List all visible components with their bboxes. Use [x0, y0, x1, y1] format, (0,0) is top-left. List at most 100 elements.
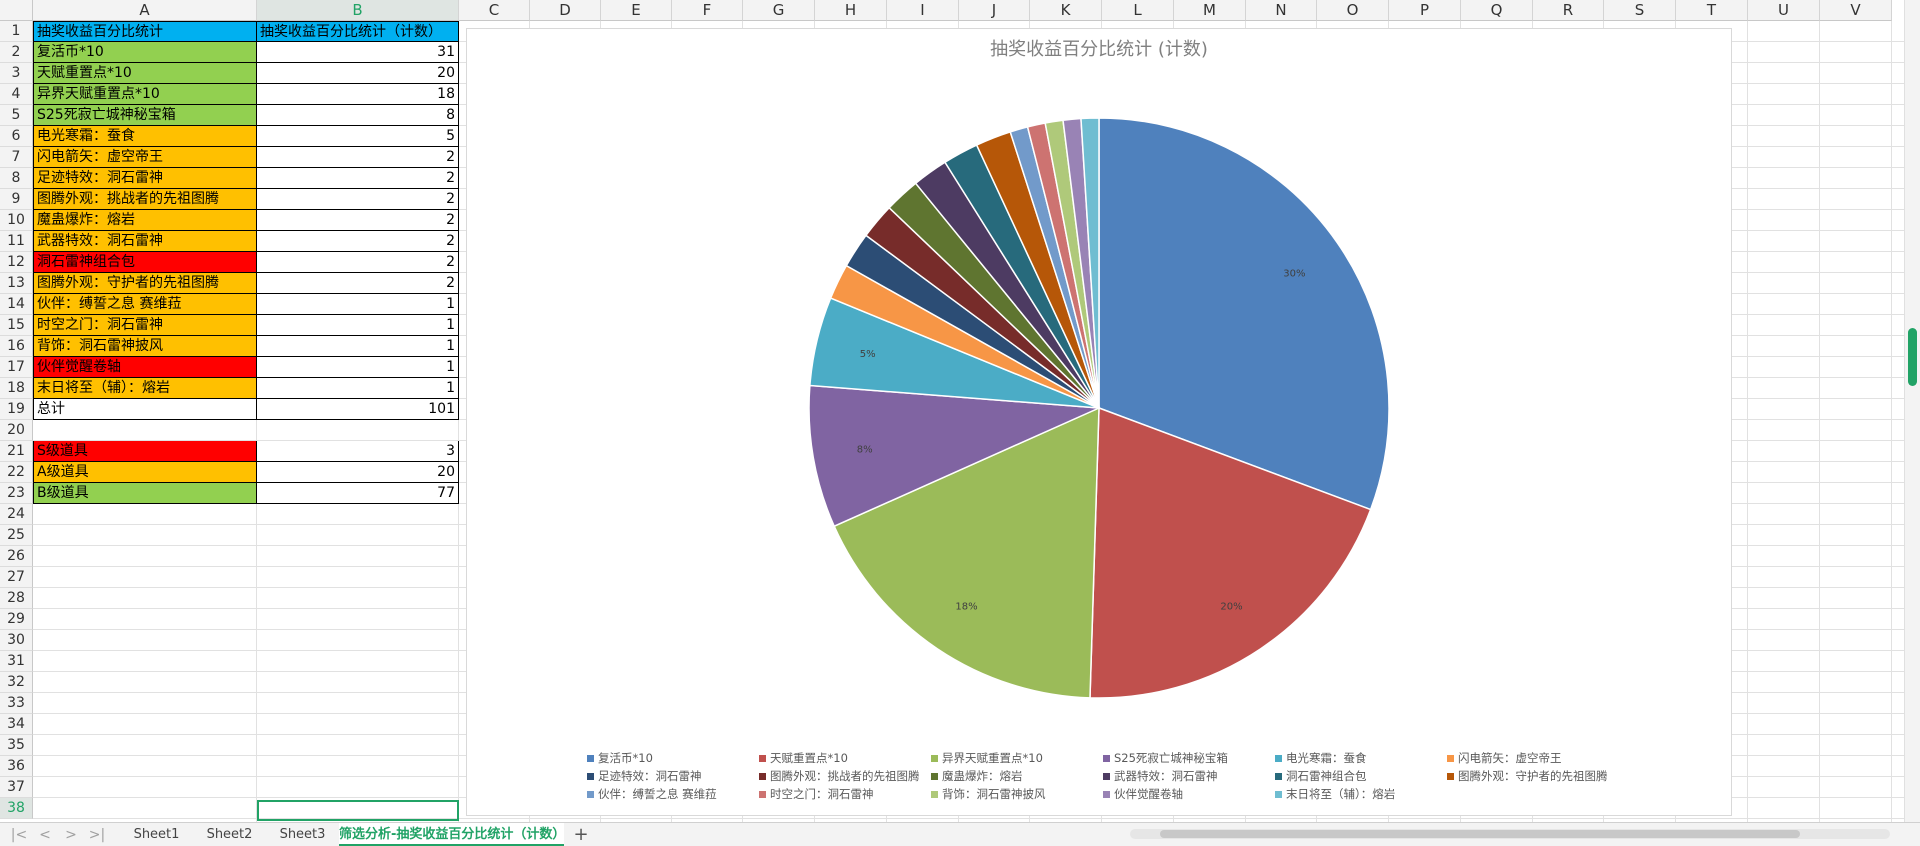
column-header-F[interactable]: F — [672, 0, 743, 21]
row-header-25[interactable]: 25 — [0, 525, 33, 546]
row-header-30[interactable]: 30 — [0, 630, 33, 651]
row-header-11[interactable]: 11 — [0, 231, 33, 252]
column-header-U[interactable]: U — [1748, 0, 1820, 21]
column-header-L[interactable]: L — [1102, 0, 1174, 21]
cell-B1[interactable]: 抽奖收益百分比统计（计数） — [257, 21, 459, 42]
row-header-17[interactable]: 17 — [0, 357, 33, 378]
cell-B10[interactable]: 2 — [257, 210, 459, 231]
column-header-Q[interactable]: Q — [1461, 0, 1533, 21]
cell-A17[interactable]: 伙伴觉醒卷轴 — [33, 357, 257, 378]
column-header-P[interactable]: P — [1389, 0, 1461, 21]
column-header-H[interactable]: H — [815, 0, 887, 21]
cell-A9[interactable]: 图腾外观：挑战者的先祖图腾 — [33, 189, 257, 210]
cell-B16[interactable]: 1 — [257, 336, 459, 357]
pie-chart[interactable]: 抽奖收益百分比统计 (计数) 30% 20% 18% 8% 5% 复活币*10 天赋重置点*1… — [466, 28, 1732, 816]
cell-A21[interactable]: S级道具 — [33, 441, 257, 462]
column-header-M[interactable]: M — [1174, 0, 1246, 21]
selected-cell-B38[interactable] — [257, 800, 459, 821]
row-header-32[interactable]: 32 — [0, 672, 33, 693]
cell-A12[interactable]: 洞石雷神组合包 — [33, 252, 257, 273]
cell-A8[interactable]: 足迹特效：洞石雷神 — [33, 168, 257, 189]
cell-A5[interactable]: S25死寂亡城神秘宝箱 — [33, 105, 257, 126]
row-header-16[interactable]: 16 — [0, 336, 33, 357]
row-header-14[interactable]: 14 — [0, 294, 33, 315]
cell-B23[interactable]: 77 — [257, 483, 459, 504]
row-header-15[interactable]: 15 — [0, 315, 33, 336]
column-header-G[interactable]: G — [743, 0, 815, 21]
tab-sheet1[interactable]: Sheet1 — [120, 823, 193, 846]
cell-A2[interactable]: 复活币*10 — [33, 42, 257, 63]
column-header-R[interactable]: R — [1533, 0, 1604, 21]
cell-B6[interactable]: 5 — [257, 126, 459, 147]
row-header-2[interactable]: 2 — [0, 42, 33, 63]
column-header-O[interactable]: O — [1317, 0, 1389, 21]
next-sheet-button[interactable]: > — [60, 826, 82, 844]
row-header-38[interactable]: 38 — [0, 798, 33, 819]
row-header-27[interactable]: 27 — [0, 567, 33, 588]
row-header-9[interactable]: 9 — [0, 189, 33, 210]
row-header-33[interactable]: 33 — [0, 693, 33, 714]
cell-B21[interactable]: 3 — [257, 441, 459, 462]
row-header-26[interactable]: 26 — [0, 546, 33, 567]
column-header-E[interactable]: E — [601, 0, 672, 21]
column-header-K[interactable]: K — [1030, 0, 1102, 21]
row-header-35[interactable]: 35 — [0, 735, 33, 756]
row-header-3[interactable]: 3 — [0, 63, 33, 84]
cell-A23[interactable]: B级道具 — [33, 483, 257, 504]
row-header-21[interactable]: 21 — [0, 441, 33, 462]
row-header-18[interactable]: 18 — [0, 378, 33, 399]
cell-B13[interactable]: 2 — [257, 273, 459, 294]
cell-B17[interactable]: 1 — [257, 357, 459, 378]
spreadsheet-grid[interactable]: ABCDEFGHIJKLMNOPQRSTUV 1 2 3 4 5 6 7 8 9 10 11 12 13… — [0, 0, 1904, 822]
cell-A16[interactable]: 背饰：洞石雷神披风 — [33, 336, 257, 357]
cell-B14[interactable]: 1 — [257, 294, 459, 315]
cell-A3[interactable]: 天赋重置点*10 — [33, 63, 257, 84]
row-header-34[interactable]: 34 — [0, 714, 33, 735]
column-header-A[interactable]: A — [33, 0, 257, 21]
column-header-S[interactable]: S — [1604, 0, 1676, 21]
cell-A13[interactable]: 图腾外观：守护者的先祖图腾 — [33, 273, 257, 294]
prev-sheet-button[interactable]: < — [34, 826, 56, 844]
cell-B19[interactable]: 101 — [257, 399, 459, 420]
row-header-23[interactable]: 23 — [0, 483, 33, 504]
cell-A4[interactable]: 异界天赋重置点*10 — [33, 84, 257, 105]
column-header-N[interactable]: N — [1246, 0, 1317, 21]
cell-B8[interactable]: 2 — [257, 168, 459, 189]
cell-B18[interactable]: 1 — [257, 378, 459, 399]
row-header-5[interactable]: 5 — [0, 105, 33, 126]
row-header-36[interactable]: 36 — [0, 756, 33, 777]
row-header-6[interactable]: 6 — [0, 126, 33, 147]
select-all-corner[interactable] — [0, 0, 33, 21]
cell-B11[interactable]: 2 — [257, 231, 459, 252]
cell-A19[interactable]: 总计 — [33, 399, 257, 420]
cell-B9[interactable]: 2 — [257, 189, 459, 210]
cell-A18[interactable]: 末日将至（辅）：熔岩 — [33, 378, 257, 399]
column-header-C[interactable]: C — [459, 0, 530, 21]
column-header-I[interactable]: I — [887, 0, 959, 21]
cell-B4[interactable]: 18 — [257, 84, 459, 105]
row-header-28[interactable]: 28 — [0, 588, 33, 609]
column-header-J[interactable]: J — [959, 0, 1030, 21]
cell-B5[interactable]: 8 — [257, 105, 459, 126]
cell-B12[interactable]: 2 — [257, 252, 459, 273]
row-header-1[interactable]: 1 — [0, 21, 33, 42]
first-sheet-button[interactable]: |< — [8, 826, 30, 844]
cell-B2[interactable]: 31 — [257, 42, 459, 63]
horizontal-scrollbar[interactable] — [1130, 829, 1890, 839]
cell-A10[interactable]: 魔蛊爆炸：熔岩 — [33, 210, 257, 231]
row-header-22[interactable]: 22 — [0, 462, 33, 483]
cell-A6[interactable]: 电光寒霜：蚕食 — [33, 126, 257, 147]
row-header-13[interactable]: 13 — [0, 273, 33, 294]
cell-A14[interactable]: 伙伴：缚誓之息 赛维菈 — [33, 294, 257, 315]
column-header-B[interactable]: B — [257, 0, 459, 21]
cell-A15[interactable]: 时空之门：洞石雷神 — [33, 315, 257, 336]
column-header-D[interactable]: D — [530, 0, 601, 21]
cell-B7[interactable]: 2 — [257, 147, 459, 168]
cell-B22[interactable]: 20 — [257, 462, 459, 483]
cell-B15[interactable]: 1 — [257, 315, 459, 336]
last-sheet-button[interactable]: >| — [86, 826, 108, 844]
cell-A1[interactable]: 抽奖收益百分比统计 — [33, 21, 257, 42]
tab-sheet2[interactable]: Sheet2 — [193, 823, 266, 846]
row-header-37[interactable]: 37 — [0, 777, 33, 798]
row-header-7[interactable]: 7 — [0, 147, 33, 168]
